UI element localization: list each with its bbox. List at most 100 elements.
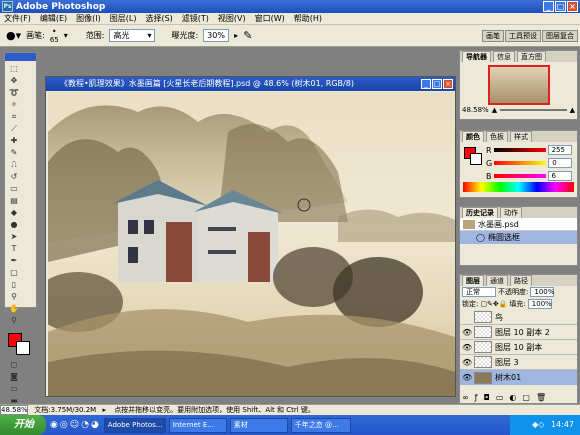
channel-b-slider[interactable] <box>493 174 546 178</box>
tab-navigator[interactable]: 导航器 <box>462 51 491 62</box>
opacity-input[interactable]: 100% <box>530 287 554 297</box>
channel-r-slider[interactable] <box>493 148 546 152</box>
shape-tool-icon[interactable]: ▢ <box>7 267 21 279</box>
task-photoshop[interactable]: Adobe Photos... <box>103 417 166 433</box>
navigator-thumbnail[interactable] <box>487 65 550 105</box>
stamp-tool-icon[interactable]: ⎍ <box>7 159 21 171</box>
fill-input[interactable]: 100% <box>527 299 552 309</box>
screen-mode-1-icon[interactable]: ▭ <box>7 383 21 395</box>
channel-r-input[interactable]: 255 <box>547 145 572 155</box>
tab-tool-presets[interactable]: 工具预设 <box>505 30 541 42</box>
task-folder[interactable]: 素材 <box>229 417 288 433</box>
color-bg-swatch[interactable] <box>470 153 482 165</box>
zoom-in-icon[interactable]: ▲ <box>570 106 575 114</box>
visibility-eye-icon[interactable]: 👁 <box>462 358 472 367</box>
menu-filter[interactable]: 滤镜(T) <box>182 13 209 24</box>
channel-b-input[interactable]: 6 <box>547 171 572 181</box>
brush-dropdown-icon[interactable]: ▾ <box>64 31 68 40</box>
new-layer-icon[interactable]: ▢ <box>522 393 530 402</box>
visibility-eye-icon[interactable]: 👁 <box>462 328 472 337</box>
minimize-button[interactable]: _ <box>543 1 554 12</box>
menu-file[interactable]: 文件(F) <box>4 13 31 24</box>
tab-swatches[interactable]: 色板 <box>486 131 508 142</box>
tab-brushes[interactable]: 画笔 <box>482 30 504 42</box>
marquee-tool-icon[interactable]: ⬚ <box>7 63 21 75</box>
task-internet-explorer[interactable]: Internet E... <box>168 417 227 433</box>
hand-tool-icon[interactable]: ✋ <box>7 303 21 315</box>
zoom-slider[interactable] <box>500 109 567 111</box>
start-button[interactable]: 开始 <box>0 415 46 435</box>
airbrush-icon[interactable]: ✎ <box>243 29 252 42</box>
lock-icons[interactable]: ▢✎✥🔒 <box>480 300 507 308</box>
channel-g-input[interactable]: 0 <box>548 158 573 168</box>
adjustment-layer-icon[interactable]: ◐ <box>509 393 516 402</box>
menu-image[interactable]: 图像(I) <box>76 13 101 24</box>
status-zoom[interactable]: 48.58% <box>0 405 28 415</box>
lasso-tool-icon[interactable]: ➰ <box>7 87 21 99</box>
tab-history[interactable]: 历史记录 <box>462 207 498 218</box>
slice-tool-icon[interactable]: ⟋ <box>7 123 21 135</box>
eraser-tool-icon[interactable]: ▭ <box>7 183 21 195</box>
exposure-input[interactable]: 30% <box>203 29 230 42</box>
doc-minimize-button[interactable]: _ <box>421 79 431 89</box>
crop-tool-icon[interactable]: ⌗ <box>7 111 21 123</box>
tab-info[interactable]: 信息 <box>493 51 515 62</box>
layer-style-icon[interactable]: ƒ <box>475 393 478 402</box>
tray-icons[interactable]: ◆◇ <box>532 420 544 429</box>
tab-styles[interactable]: 样式 <box>510 131 532 142</box>
dodge-tool-button-icon[interactable]: ● <box>7 219 21 231</box>
doc-close-button[interactable]: × <box>443 79 453 89</box>
layer-row[interactable]: 鸟 <box>460 310 577 325</box>
image-canvas[interactable] <box>48 92 455 396</box>
tab-paths[interactable]: 路径 <box>510 275 532 286</box>
visibility-eye-icon[interactable]: 👁 <box>462 343 472 352</box>
color-ramp[interactable] <box>463 182 574 192</box>
menu-edit[interactable]: 编辑(E) <box>40 13 67 24</box>
menu-view[interactable]: 视图(V) <box>218 13 246 24</box>
history-item-selected[interactable]: ◯ 椭圆选框 <box>460 231 577 244</box>
type-tool-icon[interactable]: T <box>7 243 21 255</box>
zoom-tool-icon[interactable]: ⚲ <box>7 315 21 327</box>
brush-tool-icon[interactable]: ✎ <box>7 147 21 159</box>
tab-histogram[interactable]: 直方图 <box>517 51 546 62</box>
range-select[interactable]: 高光 ▾ <box>109 29 156 42</box>
exposure-dropdown-icon[interactable]: ▸ <box>234 31 238 40</box>
new-group-icon[interactable]: ▭ <box>496 393 504 402</box>
visibility-eye-icon[interactable] <box>462 313 471 322</box>
maximize-button[interactable]: □ <box>555 1 566 12</box>
delete-layer-icon[interactable]: 🗑 <box>536 393 546 402</box>
navigator-zoom[interactable]: 48.58% <box>462 106 489 114</box>
visibility-eye-icon[interactable]: 👁 <box>462 373 472 382</box>
tab-layers[interactable]: 图层 <box>462 275 484 286</box>
eyedropper-icon[interactable]: ⚲ <box>7 291 21 303</box>
gradient-tool-icon[interactable]: ▤ <box>7 195 21 207</box>
path-select-icon[interactable]: ➤ <box>7 231 21 243</box>
layer-row[interactable]: 👁 图层 10 副本 2 <box>460 325 577 340</box>
layer-row-selected[interactable]: 👁 树木01 <box>460 370 577 385</box>
link-layers-icon[interactable]: ∞ <box>462 393 469 402</box>
task-chat[interactable]: 千年之恋 @... <box>290 417 351 433</box>
layer-mask-icon[interactable]: ◘ <box>484 393 490 402</box>
blur-tool-icon[interactable]: ◆ <box>7 207 21 219</box>
pen-tool-icon[interactable]: ✒ <box>7 255 21 267</box>
channel-g-slider[interactable] <box>494 161 547 165</box>
tab-actions[interactable]: 动作 <box>500 207 522 218</box>
tab-layer-comps[interactable]: 图层复合 <box>542 30 578 42</box>
tab-color[interactable]: 颜色 <box>462 131 484 142</box>
healing-brush-icon[interactable]: ✚ <box>7 135 21 147</box>
layer-row[interactable]: 👁 图层 10 副本 <box>460 340 577 355</box>
dodge-tool-icon[interactable]: ●▾ <box>6 29 21 42</box>
magic-wand-icon[interactable]: ✧ <box>7 99 21 111</box>
menu-window[interactable]: 窗口(W) <box>255 13 285 24</box>
menu-select[interactable]: 选择(S) <box>145 13 172 24</box>
layer-row[interactable]: 👁 图层 3 <box>460 355 577 370</box>
history-item[interactable]: 水墨画.psd <box>460 218 577 231</box>
menu-layer[interactable]: 图层(L) <box>110 13 137 24</box>
history-brush-icon[interactable]: ↺ <box>7 171 21 183</box>
menu-help[interactable]: 帮助(H) <box>294 13 322 24</box>
status-arrow-icon[interactable]: ▸ <box>102 406 106 414</box>
quicklaunch-icons[interactable]: ◉◎☺◔◕ <box>50 420 101 430</box>
tab-channels[interactable]: 通道 <box>486 275 508 286</box>
quick-mask-icon[interactable]: ◙ <box>7 371 21 383</box>
background-color-swatch[interactable] <box>16 341 30 355</box>
